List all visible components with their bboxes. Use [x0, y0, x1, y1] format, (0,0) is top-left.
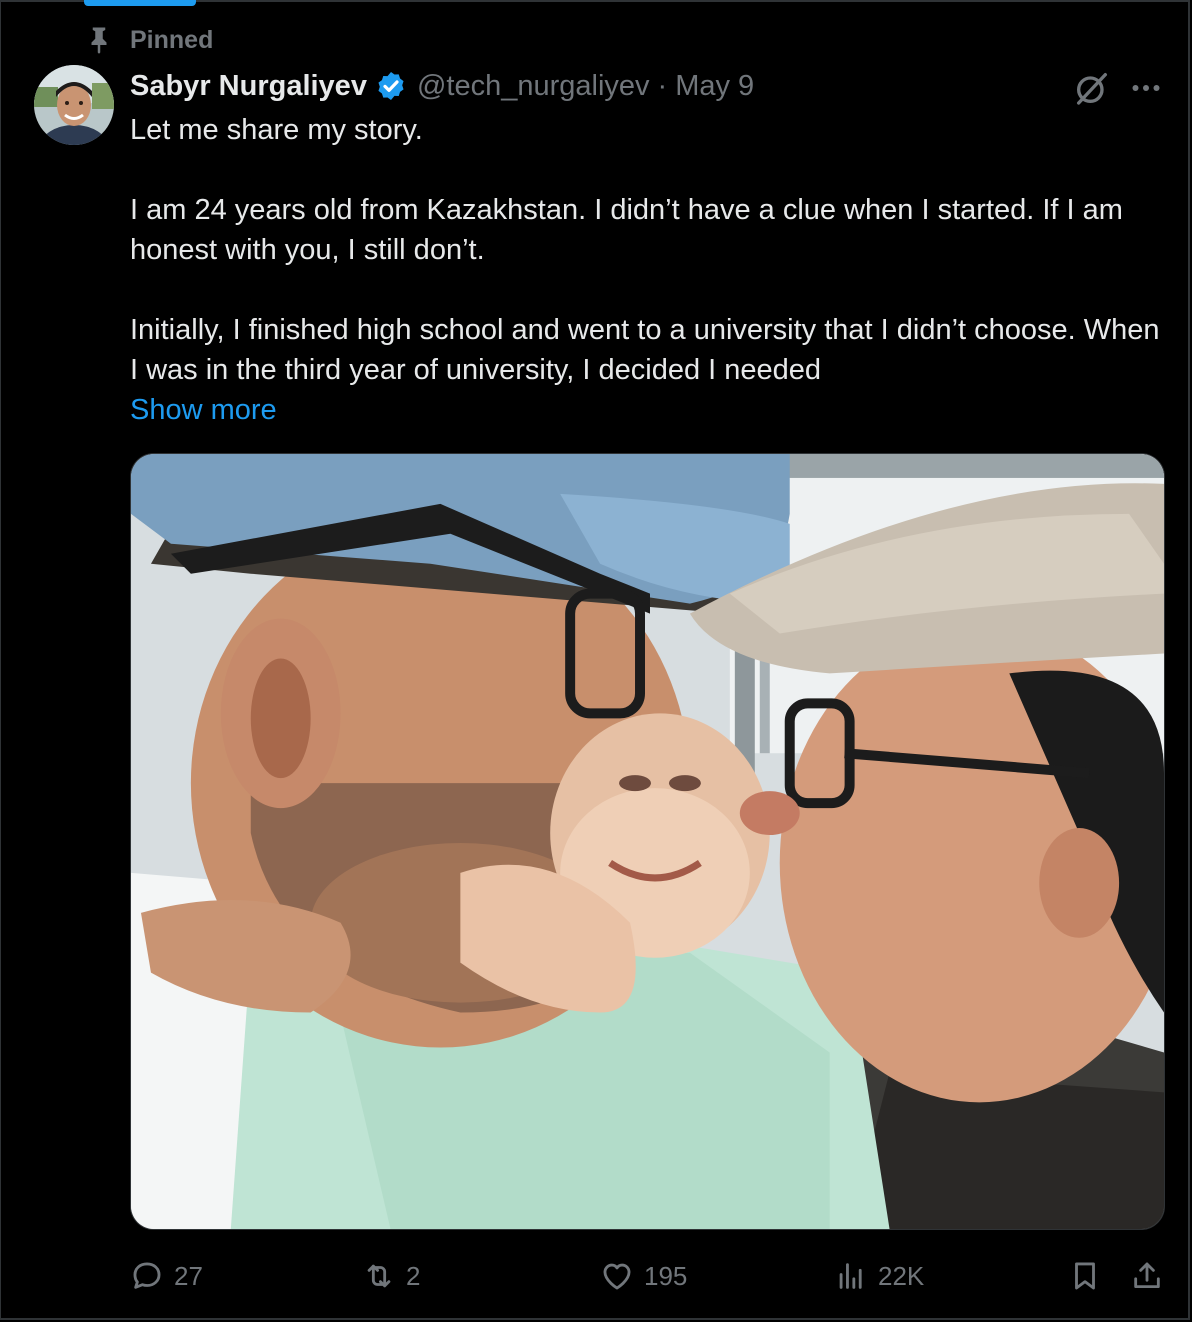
reply-button[interactable]: 27 [130, 1254, 203, 1298]
share-button[interactable] [1130, 1254, 1164, 1298]
show-more-link[interactable]: Show more [130, 394, 277, 426]
avatar[interactable] [34, 65, 114, 145]
bookmark-icon [1075, 1262, 1095, 1290]
pin-icon [91, 27, 107, 54]
tweet-paragraph: Let me share my story. [130, 114, 423, 146]
family-photo [131, 454, 1164, 1229]
share-icon [1134, 1262, 1160, 1289]
display-name[interactable]: Sabyr Nurgaliyev [130, 70, 367, 103]
avatar-photo [34, 65, 114, 145]
tweet-actions: 27 2 195 22K [130, 1254, 1170, 1298]
like-icon [603, 1263, 631, 1290]
pinned-label: Pinned [130, 25, 214, 54]
tweet-photo[interactable] [130, 453, 1165, 1230]
author-handle[interactable]: @tech_nurgaliyev [417, 70, 650, 103]
like-button[interactable]: 195 [600, 1254, 687, 1298]
bookmark-button[interactable] [1068, 1254, 1102, 1298]
tweet-paragraph: Initially, I finished high school and we… [130, 314, 1160, 386]
tweet-text: Let me share my story. I am 24 years old… [130, 110, 1170, 430]
views-icon [839, 1263, 862, 1289]
more-icon[interactable] [1128, 70, 1164, 106]
post-date[interactable]: May 9 [675, 70, 754, 103]
tweet-paragraph: I am 24 years old from Kazakhstan. I did… [130, 194, 1123, 266]
grok-icon[interactable] [1072, 68, 1112, 108]
views-button[interactable]: 22K [834, 1254, 924, 1298]
repost-count: 2 [406, 1260, 421, 1291]
active-tab-indicator [84, 0, 196, 6]
separator-dot: · [657, 69, 668, 102]
repost-icon [367, 1264, 391, 1288]
pinned-indicator: Pinned [84, 22, 213, 58]
reply-count: 27 [174, 1260, 203, 1291]
tweet-header: Sabyr Nurgaliyev @tech_nurgaliyev · May … [130, 64, 754, 108]
views-count: 22K [878, 1260, 925, 1291]
like-count: 195 [644, 1260, 688, 1291]
reply-icon [133, 1262, 161, 1289]
verified-badge-icon[interactable] [375, 70, 407, 102]
repost-button[interactable]: 2 [362, 1254, 420, 1298]
